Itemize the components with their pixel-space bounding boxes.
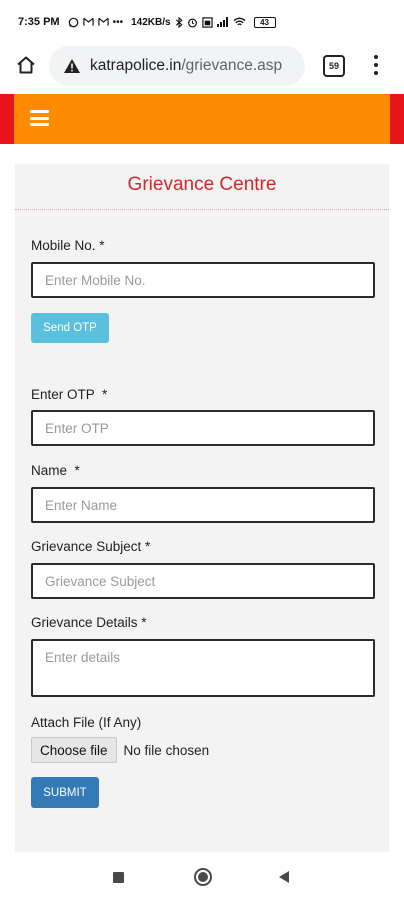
status-time: 7:35 PM [18, 16, 60, 28]
bluetooth-icon [175, 16, 183, 28]
page-title: Grievance Centre [127, 174, 277, 195]
wifi-icon [233, 17, 246, 26]
no-file-text: No file chosen [123, 742, 210, 758]
network-rate: 142KB/s [131, 16, 171, 28]
header-red-stripe-right [390, 94, 404, 144]
tab-switcher-button[interactable]: 59 [323, 55, 345, 77]
subject-label: Grievance Subject * [31, 539, 151, 554]
otp-input[interactable]: Enter OTP [31, 410, 375, 446]
mobile-input[interactable]: Enter Mobile No. [31, 262, 375, 298]
submit-button[interactable]: SUBMIT [31, 777, 99, 808]
otp-label: Enter OTP * [31, 387, 108, 402]
home-icon[interactable] [14, 53, 38, 77]
recents-icon[interactable] [113, 872, 124, 883]
hamburger-menu-icon[interactable] [30, 110, 49, 126]
battery-icon: 43 [253, 16, 276, 28]
grievance-form-panel: Grievance Centre Mobile No. * Enter Mobi… [15, 164, 389, 852]
whatsapp-icon [68, 17, 78, 27]
warning-icon [64, 59, 80, 73]
choose-file-button[interactable]: Choose file [31, 737, 117, 763]
details-label: Grievance Details * [31, 615, 147, 630]
more-icon: ••• [112, 16, 124, 28]
file-input: Choose file No file chosen [31, 737, 209, 763]
name-input[interactable]: Enter Name [31, 487, 375, 523]
signal-icon [216, 17, 228, 27]
browser-toolbar: katrapolice.in/grievance.asp 59 [0, 44, 404, 90]
screen: 7:35 PM ••• 142KB/s 43 katrapolice.in/gr… [0, 0, 404, 900]
home-circle-icon[interactable] [194, 868, 212, 886]
title-divider [15, 209, 389, 210]
url-path: /grievance.asp [181, 57, 283, 74]
sim-icon [201, 16, 213, 28]
address-bar[interactable]: katrapolice.in/grievance.asp [49, 46, 305, 86]
system-nav-bar [0, 852, 404, 900]
name-label: Name * [31, 463, 80, 478]
subject-input[interactable]: Grievance Subject [31, 563, 375, 599]
alarm-icon [187, 18, 197, 27]
attach-label: Attach File (If Any) [31, 715, 142, 730]
site-header [0, 94, 404, 144]
browser-menu-icon[interactable] [368, 53, 384, 77]
details-textarea[interactable]: Enter details [31, 639, 375, 697]
url-domain: katrapolice.in [90, 57, 182, 74]
mail-icon [97, 17, 109, 26]
header-red-stripe-left [0, 94, 14, 144]
back-icon[interactable] [279, 871, 289, 883]
status-icons: ••• 142KB/s 43 [68, 16, 276, 28]
mobile-label: Mobile No. * [31, 238, 105, 253]
mail-icon [82, 17, 94, 26]
send-otp-button[interactable]: Send OTP [31, 313, 109, 343]
url-text: katrapolice.in/grievance.asp [90, 57, 282, 75]
status-bar: 7:35 PM ••• 142KB/s 43 [0, 0, 404, 44]
